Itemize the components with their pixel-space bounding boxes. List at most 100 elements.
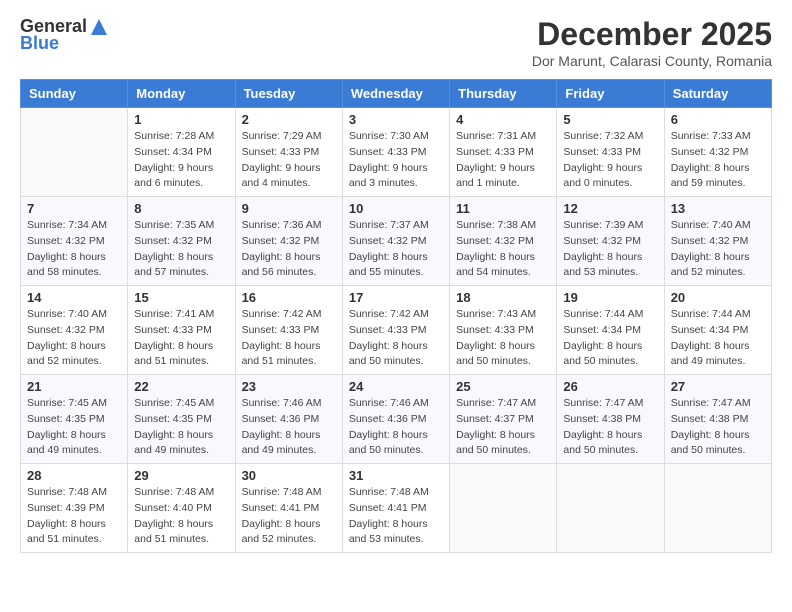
day-number: 2 (242, 112, 336, 127)
calendar-day-cell: 23 Sunrise: 7:46 AM Sunset: 4:36 PM Dayli… (235, 375, 342, 464)
logo-blue-text: Blue (20, 33, 59, 54)
empty-day-cell (557, 464, 664, 553)
day-info: Sunrise: 7:48 AM Sunset: 4:41 PM Dayligh… (242, 485, 336, 548)
day-info: Sunrise: 7:45 AM Sunset: 4:35 PM Dayligh… (134, 396, 228, 459)
day-number: 20 (671, 290, 765, 305)
calendar-day-cell: 13Sunrise: 7:40 AM Sunset: 4:32 PM Dayli… (664, 197, 771, 286)
day-number: 6 (671, 112, 765, 127)
day-info: Sunrise: 7:31 AM Sunset: 4:33 PM Dayligh… (456, 129, 550, 192)
day-number: 9 (242, 201, 336, 216)
calendar-day-cell: 15 Sunrise: 7:41 AM Sunset: 4:33 PM Dayli… (128, 286, 235, 375)
day-number: 4 (456, 112, 550, 127)
day-info: Sunrise: 7:46 AM Sunset: 4:36 PM Dayligh… (242, 396, 336, 459)
calendar-day-cell: 4 Sunrise: 7:31 AM Sunset: 4:33 PM Daylig… (450, 108, 557, 197)
calendar-week-row: 1 Sunrise: 7:28 AM Sunset: 4:34 PM Daylig… (21, 108, 772, 197)
column-header-friday: Friday (557, 80, 664, 108)
column-header-wednesday: Wednesday (342, 80, 449, 108)
empty-day-cell (664, 464, 771, 553)
day-info: Sunrise: 7:35 AM Sunset: 4:32 PM Dayligh… (134, 218, 228, 281)
logo: General Blue (20, 16, 109, 54)
day-info: Sunrise: 7:45 AM Sunset: 4:35 PM Dayligh… (27, 396, 121, 459)
day-info: Sunrise: 7:46 AM Sunset: 4:36 PM Dayligh… (349, 396, 443, 459)
day-number: 17 (349, 290, 443, 305)
day-info: Sunrise: 7:34 AM Sunset: 4:32 PM Dayligh… (27, 218, 121, 281)
day-info: Sunrise: 7:38 AM Sunset: 4:32 PM Dayligh… (456, 218, 550, 281)
calendar-day-cell: 22 Sunrise: 7:45 AM Sunset: 4:35 PM Dayli… (128, 375, 235, 464)
day-number: 8 (134, 201, 228, 216)
day-info: Sunrise: 7:41 AM Sunset: 4:33 PM Dayligh… (134, 307, 228, 370)
day-number: 12 (563, 201, 657, 216)
calendar-day-cell: 11 Sunrise: 7:38 AM Sunset: 4:32 PM Dayli… (450, 197, 557, 286)
calendar-day-cell: 25Sunrise: 7:47 AM Sunset: 4:37 PM Dayli… (450, 375, 557, 464)
day-info: Sunrise: 7:47 AM Sunset: 4:38 PM Dayligh… (563, 396, 657, 459)
day-info: Sunrise: 7:37 AM Sunset: 4:32 PM Dayligh… (349, 218, 443, 281)
calendar-day-cell: 2 Sunrise: 7:29 AM Sunset: 4:33 PM Daylig… (235, 108, 342, 197)
calendar-day-cell: 8 Sunrise: 7:35 AM Sunset: 4:32 PM Daylig… (128, 197, 235, 286)
calendar-week-row: 7Sunrise: 7:34 AM Sunset: 4:32 PM Daylig… (21, 197, 772, 286)
calendar-day-cell: 31 Sunrise: 7:48 AM Sunset: 4:41 PM Dayli… (342, 464, 449, 553)
day-info: Sunrise: 7:36 AM Sunset: 4:32 PM Dayligh… (242, 218, 336, 281)
calendar-day-cell: 21Sunrise: 7:45 AM Sunset: 4:35 PM Dayli… (21, 375, 128, 464)
column-header-tuesday: Tuesday (235, 80, 342, 108)
calendar-day-cell: 17 Sunrise: 7:42 AM Sunset: 4:33 PM Dayli… (342, 286, 449, 375)
calendar-week-row: 28 Sunrise: 7:48 AM Sunset: 4:39 PM Dayli… (21, 464, 772, 553)
calendar-day-cell: 24Sunrise: 7:46 AM Sunset: 4:36 PM Dayli… (342, 375, 449, 464)
calendar-table: SundayMondayTuesdayWednesdayThursdayFrid… (20, 79, 772, 553)
day-number: 1 (134, 112, 228, 127)
day-number: 19 (563, 290, 657, 305)
day-info: Sunrise: 7:48 AM Sunset: 4:39 PM Dayligh… (27, 485, 121, 548)
calendar-day-cell: 30Sunrise: 7:48 AM Sunset: 4:41 PM Dayli… (235, 464, 342, 553)
month-year-title: December 2025 (532, 16, 772, 53)
calendar-day-cell: 20 Sunrise: 7:44 AM Sunset: 4:34 PM Dayli… (664, 286, 771, 375)
column-header-saturday: Saturday (664, 80, 771, 108)
calendar-day-cell: 29 Sunrise: 7:48 AM Sunset: 4:40 PM Dayli… (128, 464, 235, 553)
calendar-week-row: 21Sunrise: 7:45 AM Sunset: 4:35 PM Dayli… (21, 375, 772, 464)
location-subtitle: Dor Marunt, Calarasi County, Romania (532, 53, 772, 69)
day-number: 15 (134, 290, 228, 305)
day-number: 14 (27, 290, 121, 305)
calendar-day-cell: 5Sunrise: 7:32 AM Sunset: 4:33 PM Daylig… (557, 108, 664, 197)
day-info: Sunrise: 7:47 AM Sunset: 4:37 PM Dayligh… (456, 396, 550, 459)
day-number: 22 (134, 379, 228, 394)
calendar-day-cell: 9 Sunrise: 7:36 AM Sunset: 4:32 PM Daylig… (235, 197, 342, 286)
calendar-week-row: 14 Sunrise: 7:40 AM Sunset: 4:32 PM Dayli… (21, 286, 772, 375)
day-number: 29 (134, 468, 228, 483)
column-header-thursday: Thursday (450, 80, 557, 108)
day-info: Sunrise: 7:42 AM Sunset: 4:33 PM Dayligh… (349, 307, 443, 370)
empty-day-cell (450, 464, 557, 553)
day-number: 31 (349, 468, 443, 483)
calendar-day-cell: 3Sunrise: 7:30 AM Sunset: 4:33 PM Daylig… (342, 108, 449, 197)
day-info: Sunrise: 7:47 AM Sunset: 4:38 PM Dayligh… (671, 396, 765, 459)
day-info: Sunrise: 7:39 AM Sunset: 4:32 PM Dayligh… (563, 218, 657, 281)
day-info: Sunrise: 7:44 AM Sunset: 4:34 PM Dayligh… (671, 307, 765, 370)
day-number: 26 (563, 379, 657, 394)
title-section: December 2025 Dor Marunt, Calarasi Count… (532, 16, 772, 69)
calendar-day-cell: 26 Sunrise: 7:47 AM Sunset: 4:38 PM Dayli… (557, 375, 664, 464)
day-info: Sunrise: 7:48 AM Sunset: 4:40 PM Dayligh… (134, 485, 228, 548)
day-info: Sunrise: 7:42 AM Sunset: 4:33 PM Dayligh… (242, 307, 336, 370)
column-header-monday: Monday (128, 80, 235, 108)
day-number: 23 (242, 379, 336, 394)
day-number: 16 (242, 290, 336, 305)
day-number: 10 (349, 201, 443, 216)
column-header-sunday: Sunday (21, 80, 128, 108)
day-info: Sunrise: 7:28 AM Sunset: 4:34 PM Dayligh… (134, 129, 228, 192)
day-info: Sunrise: 7:29 AM Sunset: 4:33 PM Dayligh… (242, 129, 336, 192)
day-info: Sunrise: 7:43 AM Sunset: 4:33 PM Dayligh… (456, 307, 550, 370)
day-info: Sunrise: 7:44 AM Sunset: 4:34 PM Dayligh… (563, 307, 657, 370)
day-info: Sunrise: 7:40 AM Sunset: 4:32 PM Dayligh… (27, 307, 121, 370)
day-number: 28 (27, 468, 121, 483)
calendar-day-cell: 7Sunrise: 7:34 AM Sunset: 4:32 PM Daylig… (21, 197, 128, 286)
calendar-day-cell: 28 Sunrise: 7:48 AM Sunset: 4:39 PM Dayli… (21, 464, 128, 553)
day-number: 11 (456, 201, 550, 216)
calendar-day-cell: 12 Sunrise: 7:39 AM Sunset: 4:32 PM Dayli… (557, 197, 664, 286)
day-info: Sunrise: 7:40 AM Sunset: 4:32 PM Dayligh… (671, 218, 765, 281)
logo-icon (89, 17, 109, 37)
day-number: 27 (671, 379, 765, 394)
calendar-day-cell: 16 Sunrise: 7:42 AM Sunset: 4:33 PM Dayli… (235, 286, 342, 375)
day-info: Sunrise: 7:48 AM Sunset: 4:41 PM Dayligh… (349, 485, 443, 548)
day-number: 3 (349, 112, 443, 127)
calendar-day-cell: 10 Sunrise: 7:37 AM Sunset: 4:32 PM Dayli… (342, 197, 449, 286)
day-number: 5 (563, 112, 657, 127)
calendar-day-cell: 6Sunrise: 7:33 AM Sunset: 4:32 PM Daylig… (664, 108, 771, 197)
